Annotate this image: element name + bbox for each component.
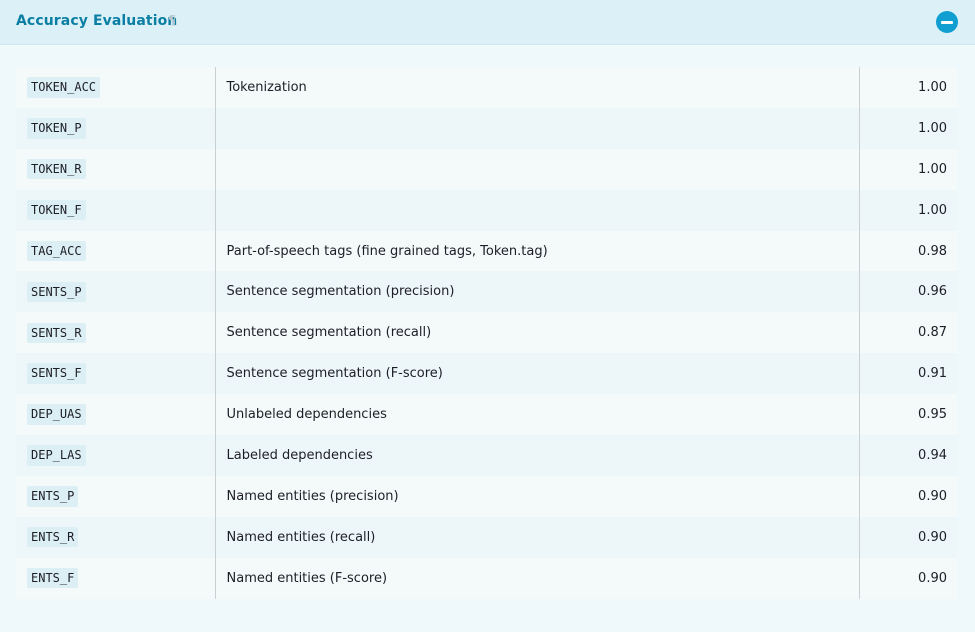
metric-key: TOKEN_R (27, 159, 86, 180)
accuracy-table: TOKEN_ACC Tokenization 1.00 TOKEN_P 1.00… (16, 67, 957, 599)
table-row: SENTS_F Sentence segmentation (F-score) … (16, 353, 957, 395)
metric-key-cell: ENTS_P (16, 475, 216, 517)
table-row: TAG_ACC Part-of-speech tags (fine graine… (16, 230, 957, 272)
metric-key: ENTS_R (27, 527, 79, 548)
metric-description (215, 107, 860, 149)
metric-key-cell: TAG_ACC (16, 230, 216, 272)
metric-value: 0.90 (859, 557, 957, 599)
metric-description: Sentence segmentation (precision) (215, 271, 860, 313)
metric-value: 1.00 (859, 67, 957, 108)
table-row: ENTS_R Named entities (recall) 0.90 (16, 516, 957, 558)
metric-key: ENTS_P (27, 486, 79, 507)
metric-key: ENTS_F (27, 567, 79, 589)
metric-key-cell: SENTS_R (16, 312, 216, 354)
metric-key-cell: SENTS_P (16, 271, 216, 313)
metric-description: Sentence segmentation (F-score) (215, 353, 860, 395)
metric-value: 0.91 (859, 353, 957, 395)
metric-key: DEP_UAS (27, 404, 86, 425)
metric-key-cell: ENTS_F (16, 557, 216, 599)
panel-title: Accuracy Evaluation (16, 13, 178, 29)
table-row: DEP_LAS Labeled dependencies 0.94 (16, 435, 957, 476)
metric-description: Sentence segmentation (recall) (215, 312, 860, 354)
metric-key: TOKEN_P (27, 118, 86, 139)
metric-description: Named entities (F-score) (215, 557, 860, 599)
metric-key-cell: TOKEN_ACC (16, 67, 216, 108)
metric-description: Unlabeled dependencies (215, 394, 860, 436)
table-row: SENTS_P Sentence segmentation (precision… (16, 271, 957, 313)
metric-key-cell: TOKEN_P (16, 107, 216, 149)
minus-circle-icon (941, 20, 953, 24)
accuracy-evaluation-panel: Accuracy Evaluation ¶ TOKEN_ACC Tokeniza… (0, 0, 975, 632)
metric-key-cell: TOKEN_F (16, 189, 216, 231)
metric-value: 1.00 (859, 189, 957, 231)
metric-value: 0.96 (859, 271, 957, 313)
metric-value: 1.00 (859, 107, 957, 149)
metric-description (215, 189, 860, 231)
metric-description (215, 148, 860, 190)
metric-key: SENTS_R (27, 322, 86, 343)
metric-key-cell: DEP_LAS (16, 435, 216, 476)
collapse-button[interactable] (936, 11, 958, 33)
table-row: TOKEN_ACC Tokenization 1.00 (16, 67, 957, 108)
metric-value: 0.94 (859, 435, 957, 476)
metric-value: 0.90 (859, 475, 957, 517)
metric-description: Tokenization (215, 67, 860, 108)
table-row: ENTS_P Named entities (precision) 0.90 (16, 475, 957, 517)
metric-key-cell: DEP_UAS (16, 394, 216, 436)
table-row: DEP_UAS Unlabeled dependencies 0.95 (16, 394, 957, 436)
metric-value: 0.90 (859, 516, 957, 558)
metric-key: TAG_ACC (27, 240, 86, 262)
table-row: TOKEN_P 1.00 (16, 107, 957, 149)
metric-key: DEP_LAS (27, 445, 86, 466)
table-row: TOKEN_R 1.00 (16, 148, 957, 190)
table-row: ENTS_F Named entities (F-score) 0.90 (16, 557, 957, 599)
metric-description: Named entities (recall) (215, 516, 860, 558)
metric-key: TOKEN_ACC (27, 77, 101, 98)
metric-description: Labeled dependencies (215, 435, 860, 476)
metric-value: 0.95 (859, 394, 957, 436)
table-row: SENTS_R Sentence segmentation (recall) 0… (16, 312, 957, 354)
metric-key: SENTS_F (27, 363, 86, 384)
panel-header[interactable]: Accuracy Evaluation ¶ (0, 0, 975, 45)
metric-key: TOKEN_F (27, 199, 86, 221)
metric-key: SENTS_P (27, 281, 86, 303)
permalink-anchor[interactable]: ¶ (168, 14, 176, 29)
metric-value: 0.87 (859, 312, 957, 354)
accuracy-table-body: TOKEN_ACC Tokenization 1.00 TOKEN_P 1.00… (16, 67, 957, 599)
metric-key-cell: ENTS_R (16, 516, 216, 558)
metric-value: 0.98 (859, 230, 957, 272)
metric-value: 1.00 (859, 148, 957, 190)
metric-description: Part-of-speech tags (fine grained tags, … (215, 230, 860, 272)
metric-key-cell: SENTS_F (16, 353, 216, 395)
metric-key-cell: TOKEN_R (16, 148, 216, 190)
metric-description: Named entities (precision) (215, 475, 860, 517)
table-row: TOKEN_F 1.00 (16, 189, 957, 231)
